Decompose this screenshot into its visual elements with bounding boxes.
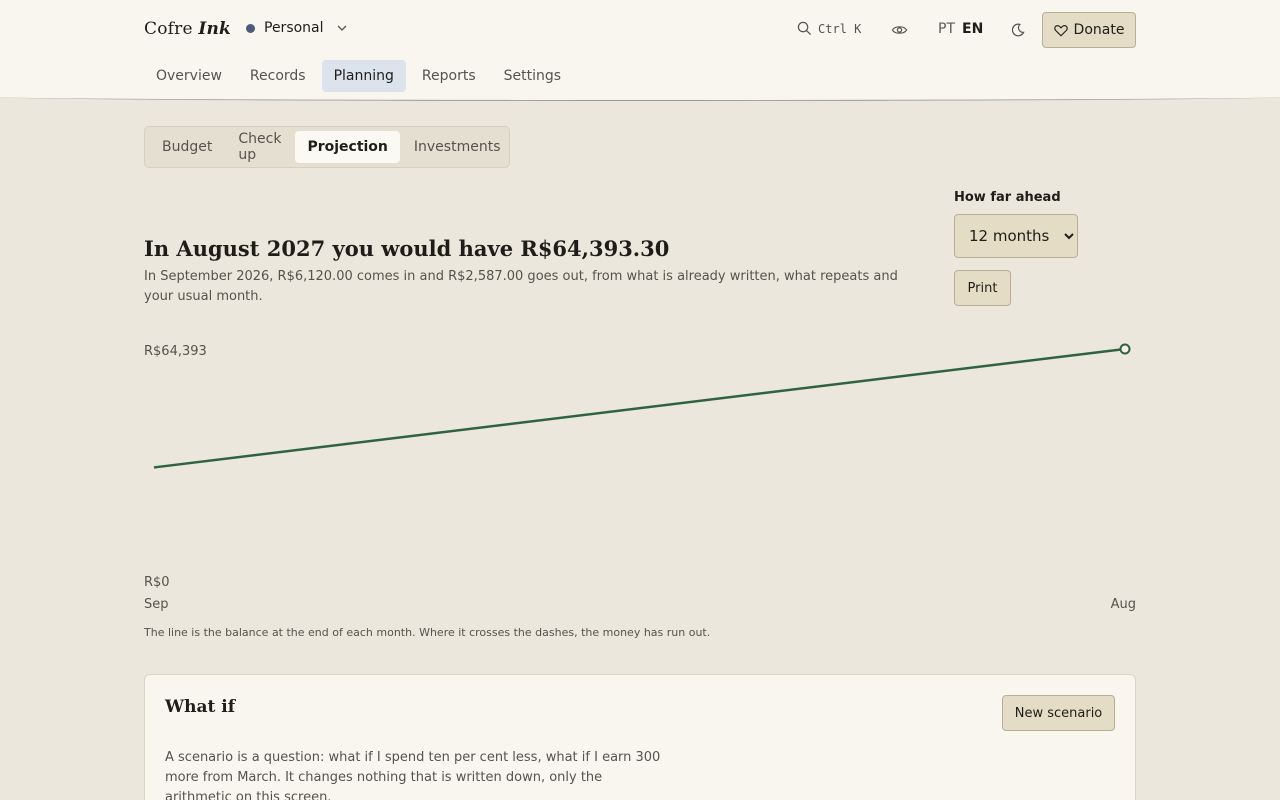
workspace-switcher[interactable]: Personal	[246, 20, 348, 36]
lang-pt[interactable]: PT	[938, 21, 955, 37]
search-icon	[797, 21, 812, 36]
new-scenario-button[interactable]: New scenario	[1002, 695, 1115, 731]
print-button[interactable]: Print	[954, 270, 1011, 306]
what-if-description: A scenario is a question: what if I spen…	[165, 750, 661, 800]
what-if-card: What if New scenario A scenario is a que…	[144, 674, 1136, 800]
nav-records[interactable]: Records	[238, 60, 318, 92]
heart-icon	[1053, 24, 1068, 37]
eye-icon[interactable]	[891, 22, 908, 38]
chart-caption: The line is the balance at the end of ea…	[144, 626, 711, 639]
end-point-marker	[1119, 343, 1131, 355]
workspace-name: Personal	[264, 20, 324, 36]
tab-investments[interactable]: Investments	[402, 131, 513, 163]
nav-settings[interactable]: Settings	[492, 60, 573, 92]
projection-chart: R$64,393 R$0 Sep Aug	[144, 343, 1136, 612]
donate-label: Donate	[1073, 22, 1125, 38]
nav-planning[interactable]: Planning	[321, 60, 406, 92]
horizon-label: How far ahead	[954, 190, 1061, 205]
tab-budget[interactable]: Budget	[150, 131, 224, 163]
search-shortcut: Ctrl K	[818, 21, 862, 36]
planning-tabs: Budget Check up Projection Investments	[144, 126, 510, 168]
lang-en[interactable]: EN	[962, 21, 983, 37]
moon-icon[interactable]	[1010, 22, 1025, 38]
what-if-title: What if	[165, 697, 236, 717]
search-button[interactable]: Ctrl K	[797, 21, 861, 36]
chevron-down-icon	[337, 25, 346, 31]
brand-logo[interactable]: Cofre Ink	[144, 19, 231, 39]
nav-reports[interactable]: Reports	[410, 60, 488, 92]
main-nav: Overview Records Planning Reports Settin…	[144, 60, 577, 92]
horizon-select[interactable]: 12 months	[954, 214, 1078, 258]
workspace-color-dot	[246, 23, 255, 33]
projection-headline: In August 2027 you would have R$64,393.3…	[144, 236, 670, 261]
balance-line	[153, 347, 1126, 469]
x-start-label: Sep	[144, 597, 169, 612]
y-top-label: R$64,393	[144, 344, 207, 359]
nav-overview[interactable]: Overview	[144, 60, 234, 92]
language-switcher: PT EN	[938, 21, 983, 37]
y-bottom-label: R$0	[144, 575, 170, 590]
x-end-label: Aug	[1111, 597, 1136, 612]
brand-name: Cofre	[144, 19, 193, 39]
projection-summary: In September 2026, R$6,120.00 comes in a…	[144, 269, 898, 304]
top-bar: Cofre Ink Personal Ctrl K PT EN Donate O…	[0, 0, 1280, 101]
tab-check-up[interactable]: Check up	[226, 131, 293, 163]
tab-projection[interactable]: Projection	[295, 131, 400, 163]
brand-suffix: Ink	[198, 19, 232, 39]
donate-button[interactable]: Donate	[1042, 12, 1136, 48]
